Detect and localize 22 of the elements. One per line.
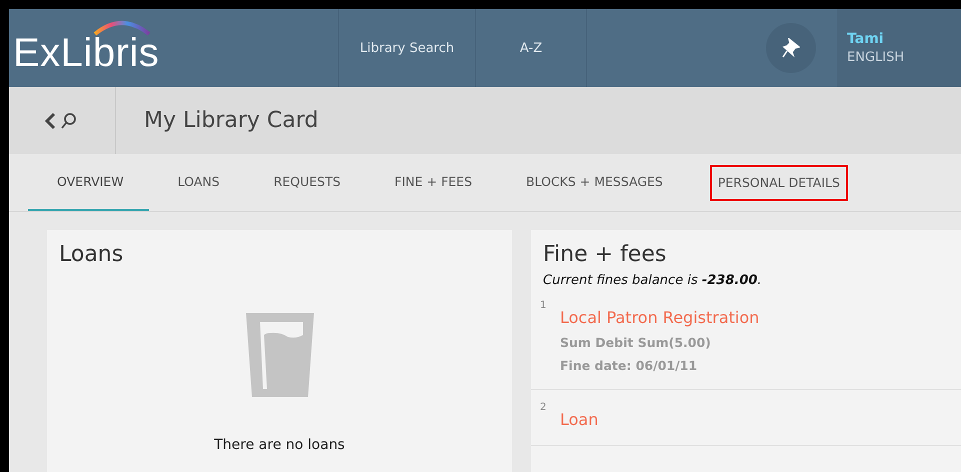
item-number: 2 [540,402,548,415]
user-name[interactable]: Tami [847,31,961,47]
tab[interactable]: OVERVIEW [28,154,149,211]
page-title: My Library Card [143,108,318,133]
card-title: Loans [58,241,124,267]
tab[interactable]: BLOCKS + MESSAGES [497,154,688,211]
tab[interactable]: REQUESTS [244,154,366,211]
fine-detail: Fine date: 06/01/11 [560,358,698,373]
tab[interactable]: LOANS [148,154,245,211]
card-title: Fine + fees [542,241,668,267]
rainbow-arc-icon [91,18,153,36]
empty-message: There are no loans [214,437,345,453]
tab[interactable]: PERSONAL DETAILS [710,164,848,200]
item-number: 1 [540,300,548,313]
pin-icon[interactable] [782,38,800,58]
empty-glass-icon [246,313,314,397]
logo[interactable]: ExLibris [9,20,160,76]
tab[interactable]: FINE + FEES [366,154,498,211]
pin-button[interactable] [766,23,816,73]
language-label[interactable]: ENGLISH [847,50,961,65]
fine-detail: Sum Debit Sum(5.00) [560,335,712,350]
balance-text: Current fines balance is -238.00. [543,273,763,288]
